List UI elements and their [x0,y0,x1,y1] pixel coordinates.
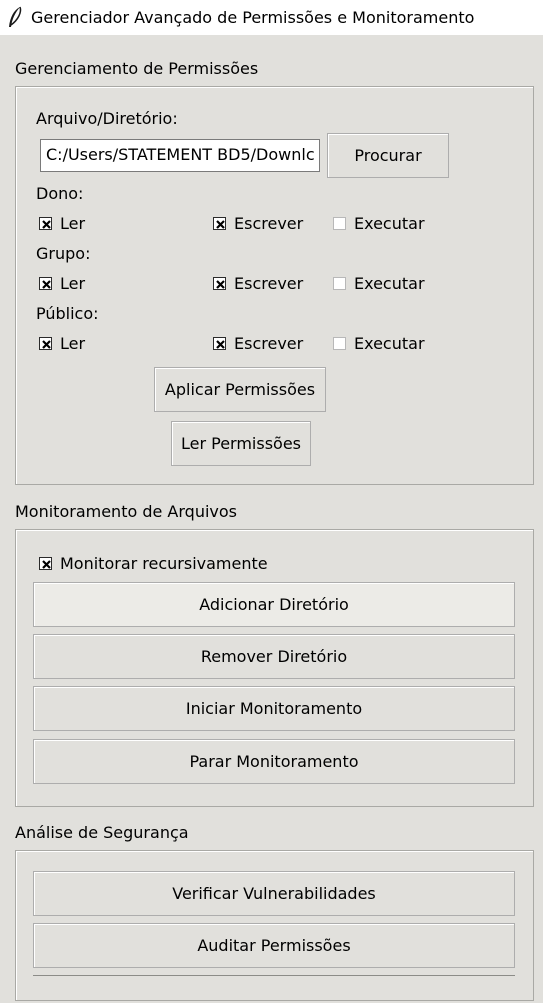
security-section-label: Análise de Segurança [15,823,189,842]
separator [33,975,515,976]
permissions-section-label: Gerenciamento de Permissões [15,59,259,78]
title-bar: Gerenciador Avançado de Permissões e Mon… [0,0,543,35]
path-label: Arquivo/Diretório: [36,109,178,128]
checkbox-label: Executar [354,334,425,353]
checkbox-checked-icon [39,557,52,570]
checkbox-checked-icon [213,217,226,230]
group-read-checkbox[interactable]: Ler [39,274,85,293]
group-execute-checkbox[interactable]: Executar [333,274,425,293]
owner-read-checkbox[interactable]: Ler [39,214,85,233]
checkbox-checked-icon [39,337,52,350]
checkbox-label: Escrever [234,274,304,293]
owner-label: Dono: [36,184,84,203]
public-read-checkbox[interactable]: Ler [39,334,85,353]
owner-execute-checkbox[interactable]: Executar [333,214,425,233]
path-input[interactable]: C:/Users/STATEMENT BD5/Downlc [40,139,320,172]
checkbox-checked-icon [213,337,226,350]
checkbox-checked-icon [39,217,52,230]
public-execute-checkbox[interactable]: Executar [333,334,425,353]
add-directory-button[interactable]: Adicionar Diretório [33,582,515,627]
monitoring-section-label: Monitoramento de Arquivos [15,502,238,521]
recursive-checkbox[interactable]: Monitorar recursivamente [39,554,268,573]
check-vulnerabilities-button[interactable]: Verificar Vulnerabilidades [33,871,515,916]
apply-permissions-button[interactable]: Aplicar Permissões [154,367,326,412]
public-write-checkbox[interactable]: Escrever [213,334,303,353]
feather-icon [9,6,22,27]
checkbox-label: Executar [354,214,425,233]
checkbox-label: Ler [60,274,86,293]
checkbox-unchecked-icon [333,337,346,350]
checkbox-checked-icon [213,277,226,290]
group-label: Grupo: [36,244,91,263]
checkbox-label: Escrever [234,214,304,233]
owner-write-checkbox[interactable]: Escrever [213,214,303,233]
public-label: Público: [36,304,99,323]
checkbox-label: Executar [354,274,425,293]
checkbox-label: Ler [60,334,86,353]
group-write-checkbox[interactable]: Escrever [213,274,303,293]
checkbox-unchecked-icon [333,277,346,290]
checkbox-label: Ler [60,214,86,233]
main-window: Gerenciamento de Permissões Arquivo/Dire… [0,35,543,1003]
browse-button[interactable]: Procurar [327,133,449,178]
checkbox-label: Escrever [234,334,304,353]
remove-directory-button[interactable]: Remover Diretório [33,634,515,679]
checkbox-checked-icon [39,277,52,290]
audit-permissions-button[interactable]: Auditar Permissões [33,923,515,968]
start-monitoring-button[interactable]: Iniciar Monitoramento [33,686,515,731]
read-permissions-button[interactable]: Ler Permissões [171,421,311,466]
checkbox-label: Monitorar recursivamente [60,554,268,573]
checkbox-unchecked-icon [333,217,346,230]
stop-monitoring-button[interactable]: Parar Monitoramento [33,739,515,784]
window-title: Gerenciador Avançado de Permissões e Mon… [31,8,475,27]
